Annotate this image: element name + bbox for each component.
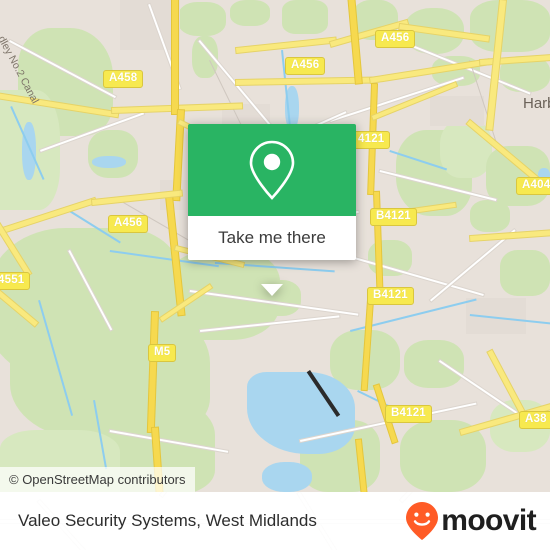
road-shield-a458[interactable]: A458 [103,70,144,88]
landuse-park [88,130,138,178]
road-shield-b4121[interactable]: 4121 [352,131,391,149]
moovit-smiley-pin-icon [406,502,439,540]
landuse-park [404,340,464,388]
road-shield-a4551[interactable]: 4551 [0,272,31,290]
water-pond [92,156,126,168]
road-shield-b4121[interactable]: B4121 [370,208,417,226]
road-shield-a456[interactable]: A456 [285,57,326,75]
callout-button[interactable]: Take me there [188,216,356,260]
landuse-park [230,0,270,26]
location-pin-icon [249,140,295,200]
moovit-wordmark: moovit [441,504,536,537]
take-me-there-callout[interactable]: Take me there [188,124,356,296]
road-shield-a4040[interactable]: A4040 [516,177,550,195]
road-shield-b4121[interactable]: B4121 [367,287,414,305]
road-shield-b4121[interactable]: B4121 [385,405,432,423]
attribution-text: © OpenStreetMap contributors [9,472,186,487]
moovit-logo[interactable]: moovit [405,501,537,541]
callout-button-label: Take me there [218,228,326,247]
road-trunk [172,0,178,114]
landuse-park [282,0,328,34]
landuse-park [368,240,412,276]
road-shield-a456[interactable]: A456 [375,30,416,48]
callout-pin-area [188,124,356,216]
landuse-park [178,2,226,36]
place-label-harborne: Harb [523,95,550,112]
road-shield-a38[interactable]: A38 [519,411,550,429]
map-canvas[interactable]: dley No.2 Canal Harb A458 A456 A456 4121… [0,0,550,492]
landuse-park [196,300,250,340]
footer-bar: Valeo Security Systems, West Midlands mo… [0,492,550,550]
landuse-park [470,200,510,232]
landuse-industrial [430,96,484,126]
map-screenshot: dley No.2 Canal Harb A458 A456 A456 4121… [0,0,550,550]
map-attribution[interactable]: © OpenStreetMap contributors [0,467,195,492]
page-title: Valeo Security Systems, West Midlands [18,511,317,530]
callout-tail [261,284,283,296]
road-shield-m5[interactable]: M5 [148,344,177,362]
road-shield-a456[interactable]: A456 [108,215,149,233]
water-pond [262,462,312,492]
landuse-park [500,250,550,296]
landuse-park [470,0,550,52]
landuse-park [440,120,492,178]
